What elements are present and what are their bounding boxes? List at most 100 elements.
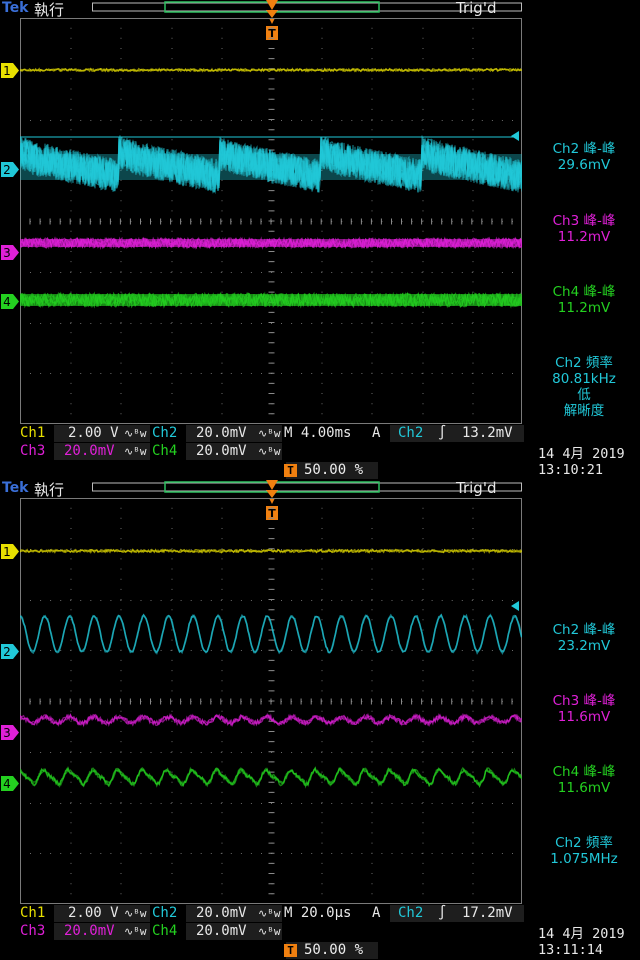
- ch4-pk-pk-value: 11.6mV: [557, 780, 611, 796]
- ch4-pk-pk-label: Ch4 峰-峰: [552, 764, 616, 780]
- ch2-pk-pk-value: 23.2mV: [557, 638, 611, 654]
- ch4-trace-band: [20, 294, 522, 306]
- ch2-trace: [20, 135, 522, 195]
- channel-2-marker: 2: [1, 644, 19, 659]
- ch3-bw-icon: ∿ᴮw: [124, 925, 147, 938]
- trigger-level-icon: [511, 131, 519, 141]
- scope-screen-2: Tek 執行 Trig'd T 1 2 3 4 Ch2 峰-峰 23.2mV Ch3 …: [0, 479, 640, 960]
- ch3-trace: [20, 712, 522, 728]
- trigger-slope-icon: ∫: [438, 905, 447, 921]
- ch4-bw-icon: ∿ᴮw: [258, 925, 281, 938]
- ch4-bw-icon: ∿ᴮw: [258, 445, 281, 458]
- ch4-pk-pk-readout: Ch4 峰-峰 11.2mV: [528, 284, 640, 316]
- ch2-bw-icon: ∿ᴮw: [258, 427, 281, 440]
- channel-1-marker: 1: [1, 544, 19, 559]
- channel-1-marker: 1: [1, 63, 19, 78]
- ch2-pk-pk-value: 29.6mV: [557, 157, 611, 173]
- trigger-position-readout: T 50.00 %: [284, 942, 378, 959]
- ch4-label: Ch4: [152, 443, 178, 459]
- measurement-panel: Ch2 峰-峰 23.2mV Ch3 峰-峰 11.6mV Ch4 峰-峰 11…: [528, 480, 640, 904]
- trigger-position-value: 50.00 %: [304, 462, 364, 478]
- svg-text:3: 3: [3, 246, 11, 260]
- waveform-graticule: [20, 18, 522, 424]
- settings-row-1: Ch1 2.00 V ∿ᴮw Ch2 20.0mV ∿ᴮw M 20.0µs A…: [0, 905, 530, 922]
- brand-logo: Tek: [2, 0, 29, 16]
- timebase: M 20.0µs: [284, 905, 352, 921]
- ch4-pk-pk-value: 11.2mV: [557, 300, 611, 316]
- center-crosshair: [20, 498, 513, 904]
- ch3-label: Ch3: [20, 923, 46, 939]
- waveform-graticule: [20, 498, 522, 904]
- trigger-mode: A: [372, 905, 381, 921]
- frequency-note-resolution: 解晰度: [563, 403, 605, 419]
- channel-4-marker: 4: [1, 294, 19, 309]
- capture-date: 14 4月 2019: [538, 926, 625, 942]
- ch1-trace: [20, 67, 522, 73]
- frequency-note-low: 低: [577, 387, 591, 403]
- svg-text:1: 1: [3, 545, 11, 559]
- ch4-label: Ch4: [152, 923, 178, 939]
- trigger-level-icon: [511, 601, 519, 611]
- ch1-bw-icon: ∿ᴮw: [124, 907, 147, 920]
- capture-time: 13:11:14: [538, 942, 604, 958]
- ch2-frequency-value: 80.81kHz: [552, 371, 616, 387]
- trigger-position-glyph: T: [284, 464, 297, 477]
- ch2-frequency-value: 1.075MHz: [550, 851, 618, 867]
- trigger-position-readout: T 50.00 %: [284, 462, 378, 479]
- svg-text:4: 4: [3, 777, 11, 791]
- center-crosshair: [20, 18, 513, 424]
- trigger-level: 17.2mV: [462, 905, 513, 921]
- graticule-dots: [20, 498, 513, 904]
- svg-text:3: 3: [3, 726, 11, 740]
- channel-2-marker: 2: [1, 162, 19, 177]
- ch1-bw-icon: ∿ᴮw: [124, 427, 147, 440]
- ch2-pk-pk-readout: Ch2 峰-峰 29.6mV: [528, 141, 640, 173]
- ch3-trace-band: [20, 239, 522, 247]
- ch4-pk-pk-readout: Ch4 峰-峰 11.6mV: [528, 764, 640, 796]
- channel-3-marker: 3: [1, 245, 19, 260]
- svg-text:2: 2: [3, 163, 11, 177]
- timebase: M 4.00ms: [284, 425, 352, 441]
- channel-4-marker: 4: [1, 776, 19, 791]
- ch1-label: Ch1: [20, 425, 46, 441]
- ch2-pk-pk-label: Ch2 峰-峰: [552, 141, 616, 157]
- svg-text:1: 1: [3, 64, 11, 78]
- ch2-frequency-readout: Ch2 頻率 1.075MHz: [528, 835, 640, 867]
- acquisition-mode: 執行: [34, 1, 65, 19]
- ch2-label: Ch2: [152, 425, 178, 441]
- ch3-pk-pk-label: Ch3 峰-峰: [552, 693, 616, 709]
- trigger-position-value: 50.00 %: [304, 942, 364, 958]
- ch2-frequency-label: Ch2 頻率: [555, 355, 613, 371]
- ch4-trace: [20, 766, 522, 789]
- trigger-position-glyph: T: [284, 944, 297, 957]
- ch2-frequency-label: Ch2 頻率: [555, 835, 613, 851]
- scope-screen-1: Tek 執行 Trig'd T 1 2 3 4 Ch2 峰-峰 29.6mV Ch3 …: [0, 0, 640, 480]
- trigger-level: 13.2mV: [462, 425, 513, 441]
- ch1-trace: [20, 548, 522, 554]
- trigger-mode: A: [372, 425, 381, 441]
- ch2-frequency-readout: Ch2 頻率 80.81kHz 低 解晰度: [528, 355, 640, 419]
- trigger-status: Trig'd: [456, 479, 497, 497]
- measurement-panel: Ch2 峰-峰 29.6mV Ch3 峰-峰 11.2mV Ch4 峰-峰 11…: [528, 0, 640, 424]
- ch3-pk-pk-label: Ch3 峰-峰: [552, 213, 616, 229]
- ch2-pk-pk-readout: Ch2 峰-峰 23.2mV: [528, 622, 640, 654]
- ch1-label: Ch1: [20, 905, 46, 921]
- ch2-trace: [20, 613, 522, 656]
- capture-date: 14 4月 2019: [538, 446, 625, 462]
- ch2-bw-icon: ∿ᴮw: [258, 907, 281, 920]
- ch4-pk-pk-label: Ch4 峰-峰: [552, 284, 616, 300]
- settings-row-2: Ch3 20.0mV ∿ᴮw Ch4 20.0mV ∿ᴮw: [0, 923, 530, 940]
- trigger-slope-icon: ∫: [438, 425, 447, 441]
- ch2-label: Ch2: [152, 905, 178, 921]
- settings-row-1: Ch1 2.00 V ∿ᴮw Ch2 20.0mV ∿ᴮw M 4.00ms A…: [0, 425, 530, 442]
- acquisition-mode: 執行: [34, 481, 65, 499]
- trigger-status: Trig'd: [456, 0, 497, 17]
- ch3-pk-pk-readout: Ch3 峰-峰 11.6mV: [528, 693, 640, 725]
- settings-row-2: Ch3 20.0mV ∿ᴮw Ch4 20.0mV ∿ᴮw: [0, 443, 530, 460]
- svg-text:2: 2: [3, 645, 11, 659]
- ch3-pk-pk-value: 11.6mV: [557, 709, 611, 725]
- channel-3-marker: 3: [1, 725, 19, 740]
- brand-logo: Tek: [2, 480, 29, 496]
- ch3-pk-pk-readout: Ch3 峰-峰 11.2mV: [528, 213, 640, 245]
- graticule-dots: [20, 18, 513, 424]
